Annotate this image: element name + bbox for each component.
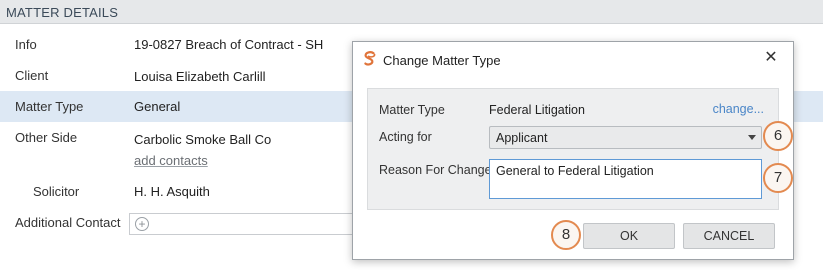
solicitor-value[interactable]: H. H. Asquith (134, 184, 210, 199)
close-icon[interactable]: ✕ (763, 49, 779, 67)
section-header: MATTER DETAILS (0, 0, 823, 24)
add-contacts-link[interactable]: add contacts (134, 153, 208, 168)
reason-label: Reason For Change (379, 163, 492, 177)
additional-contact-label: Additional Contact (15, 215, 121, 230)
other-side-label: Other Side (15, 130, 78, 145)
additional-contact-input[interactable]: + (129, 213, 369, 235)
acting-for-selected: Applicant (496, 131, 548, 145)
plus-icon[interactable]: + (135, 217, 149, 231)
dialog-matter-type-label: Matter Type (379, 103, 445, 117)
step-marker-7: 7 (763, 163, 793, 193)
matter-type-value[interactable]: General (134, 99, 180, 114)
acting-for-label: Acting for (379, 130, 432, 144)
reason-for-change-input[interactable]: General to Federal Litigation (489, 159, 762, 199)
smokeball-logo-icon (364, 51, 376, 66)
info-label: Info (15, 37, 37, 52)
dialog-title: Change Matter Type (383, 53, 501, 68)
solicitor-label: Solicitor (33, 184, 80, 199)
client-label: Client (15, 68, 49, 83)
acting-for-select[interactable]: Applicant (489, 126, 762, 149)
client-value[interactable]: Louisa Elizabeth Carlill (134, 69, 266, 84)
dialog-form: Matter Type Federal Litigation change...… (367, 88, 779, 210)
info-value[interactable]: 19-0827 Breach of Contract - SH (134, 37, 323, 52)
change-matter-type-link[interactable]: change... (713, 102, 764, 116)
dialog-matter-type-value: Federal Litigation (489, 103, 585, 117)
other-side-value[interactable]: Carbolic Smoke Ball Co (134, 132, 271, 147)
step-marker-6: 6 (763, 121, 793, 151)
step-marker-8: 8 (551, 220, 581, 250)
section-title: MATTER DETAILS (6, 5, 119, 20)
ok-button[interactable]: OK (583, 223, 675, 249)
dialog-title-bar: Change Matter Type ✕ (353, 42, 793, 78)
matter-type-label: Matter Type (15, 99, 84, 114)
cancel-button[interactable]: CANCEL (683, 223, 775, 249)
chevron-down-icon[interactable] (748, 135, 756, 140)
